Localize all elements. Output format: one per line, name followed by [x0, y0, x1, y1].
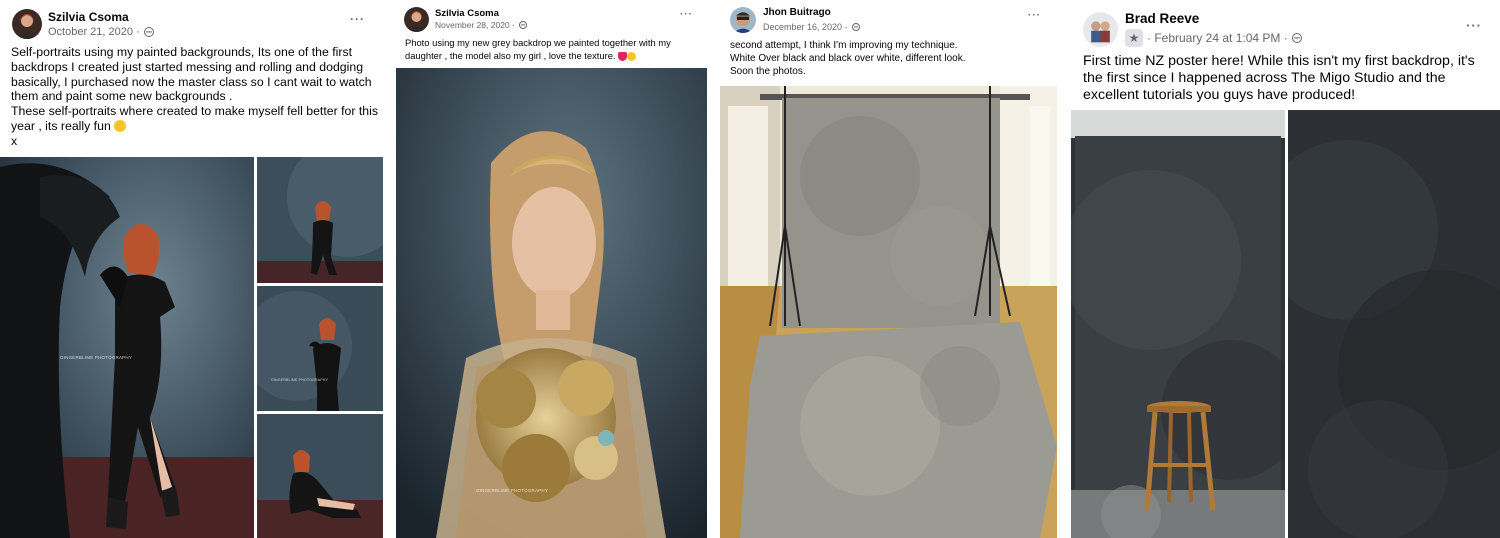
watermark: GINGERBLIME PHOTOGRAPHY: [60, 355, 133, 360]
post-date[interactable]: · February 24 at 1:04 PM ·: [1147, 30, 1288, 46]
more-options-button[interactable]: ···: [1028, 10, 1041, 21]
smiling-face-icon: [114, 119, 127, 132]
watermark: GINGERBLIME PHOTOGRAPHY: [476, 488, 549, 493]
post-header: Brad Reeve ★ · February 24 at 1:04 PM ·: [1083, 11, 1302, 47]
more-options-button[interactable]: ···: [680, 9, 693, 20]
post-caption: second attempt, I think I'm improving my…: [730, 40, 966, 77]
more-options-button[interactable]: ···: [350, 12, 365, 26]
post-header: Jhon Buitrago December 16, 2020 ·: [730, 6, 860, 34]
photo-stool[interactable]: [1071, 110, 1285, 538]
author-name[interactable]: Szilvia Csoma: [435, 8, 527, 19]
post-jhon-backdrop: Jhon Buitrago December 16, 2020 · ··· se…: [720, 0, 1057, 538]
photo-thumb-3[interactable]: [257, 414, 383, 538]
photo-closeup[interactable]: [1288, 110, 1500, 538]
avatar[interactable]: [1083, 11, 1118, 47]
red-heart-icon: [618, 51, 628, 61]
post-header: Szilvia Csoma October 21, 2020 ·: [12, 8, 154, 40]
author-name[interactable]: Brad Reeve: [1125, 11, 1302, 27]
globe-icon: [143, 26, 154, 37]
post-caption: Photo using my new grey backdrop we pain…: [405, 37, 674, 61]
star-badge-icon: ★: [1125, 29, 1143, 47]
post-caption: First time NZ poster here! While this is…: [1083, 53, 1479, 103]
avatar[interactable]: [730, 7, 756, 33]
post-szilvia-self-portraits: Szilvia Csoma October 21, 2020 · ··· Sel…: [0, 0, 383, 538]
post-header: Szilvia Csoma November 28, 2020 ·: [404, 6, 527, 32]
globe-icon: [518, 21, 527, 29]
photo-main[interactable]: [720, 86, 1057, 538]
author-name[interactable]: Szilvia Csoma: [48, 10, 154, 24]
avatar[interactable]: [404, 6, 429, 32]
more-options-button[interactable]: ···: [1466, 18, 1482, 33]
post-szilvia-daughter-portrait: Szilvia Csoma November 28, 2020 · ··· Ph…: [396, 0, 707, 538]
watermark: GINGERBLIME PHOTOGRAPHY: [271, 378, 329, 382]
avatar[interactable]: [12, 9, 42, 39]
post-caption: Self-portraits using my painted backgrou…: [11, 45, 379, 148]
post-date[interactable]: October 21, 2020 ·: [48, 25, 140, 39]
photo-main[interactable]: GINGERBLIME PHOTOGRAPHY: [396, 68, 707, 538]
post-date[interactable]: November 28, 2020 ·: [435, 20, 515, 31]
post-date[interactable]: December 16, 2020 ·: [763, 21, 848, 33]
photo-thumb-1[interactable]: [257, 157, 383, 283]
photo-main[interactable]: GINGERBLIME PHOTOGRAPHY: [0, 157, 254, 538]
globe-icon: [851, 23, 860, 31]
globe-icon: [1291, 33, 1302, 43]
smiling-face-icon: [627, 51, 637, 61]
author-name[interactable]: Jhon Buitrago: [763, 7, 860, 19]
post-brad-backdrop: Brad Reeve ★ · February 24 at 1:04 PM · ·…: [1071, 0, 1500, 538]
photo-thumb-2[interactable]: GINGERBLIME PHOTOGRAPHY: [257, 286, 383, 411]
